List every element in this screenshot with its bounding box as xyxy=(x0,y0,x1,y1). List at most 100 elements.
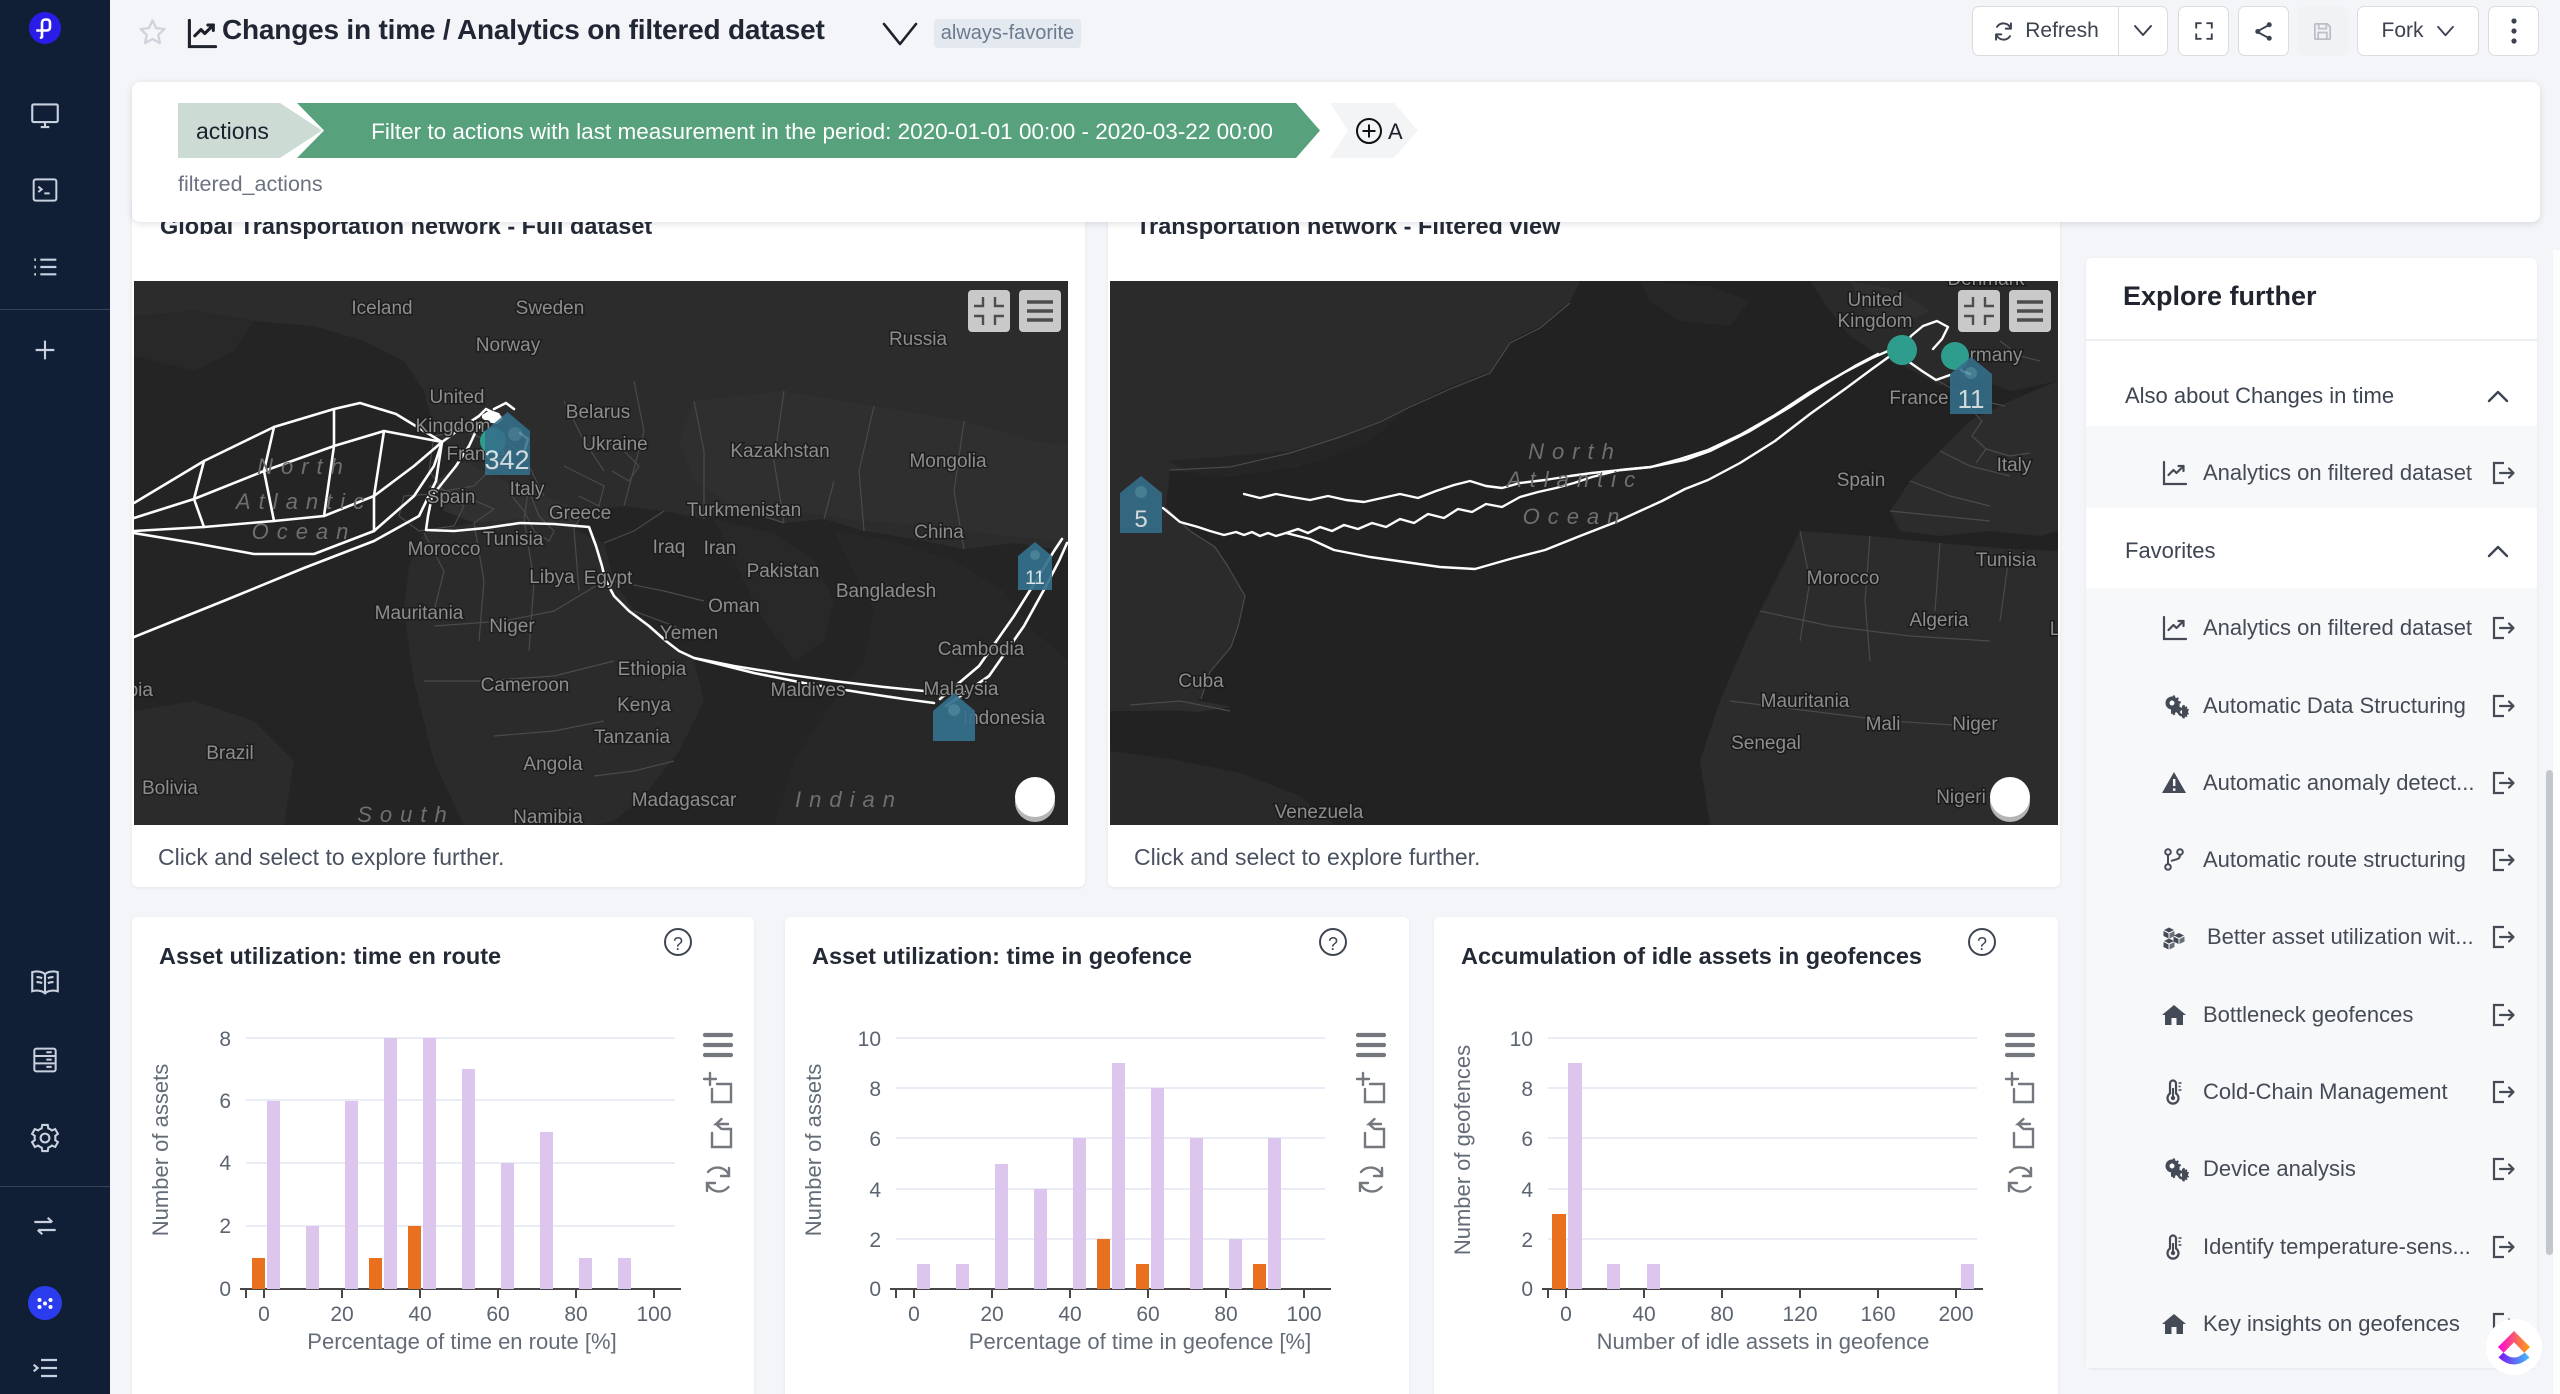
svg-text:8: 8 xyxy=(219,1028,231,1051)
svg-text:Bottleneck geofences: Bottleneck geofences xyxy=(2203,1002,2413,1027)
svg-text:Number of geofences: Number of geofences xyxy=(1450,1045,1475,1255)
svg-text:Niger: Niger xyxy=(489,616,535,637)
svg-text:South: South xyxy=(357,802,455,825)
svg-text:Ukraine: Ukraine xyxy=(582,434,647,455)
svg-text:L: L xyxy=(2050,619,2058,640)
svg-text:0: 0 xyxy=(1521,1278,1533,1301)
svg-text:Turkmenistan: Turkmenistan xyxy=(687,500,801,521)
svg-text:2: 2 xyxy=(1521,1229,1533,1252)
svg-text:80: 80 xyxy=(1710,1303,1733,1326)
svg-text:Cuba: Cuba xyxy=(1178,671,1224,692)
svg-text:Nigeri: Nigeri xyxy=(1936,787,1986,808)
svg-text:Italy: Italy xyxy=(1997,455,2032,476)
svg-text:Venezuela: Venezuela xyxy=(1275,802,1364,823)
svg-text:Kingdom: Kingdom xyxy=(416,416,491,437)
svg-text:Brazil: Brazil xyxy=(206,743,254,764)
svg-text:Iran: Iran xyxy=(704,538,737,559)
svg-text:80: 80 xyxy=(564,1303,587,1326)
svg-text:2: 2 xyxy=(219,1215,231,1238)
svg-text:Mongolia: Mongolia xyxy=(909,451,987,472)
svg-text:Angola: Angola xyxy=(523,754,583,775)
svg-text:11: 11 xyxy=(1958,384,1985,414)
svg-text:Ocean: Ocean xyxy=(1523,504,1628,529)
svg-text:Norway: Norway xyxy=(476,335,541,356)
svg-text:Analytics on filtered dataset: Analytics on filtered dataset xyxy=(2203,460,2472,485)
svg-text:Ethiopia: Ethiopia xyxy=(618,659,687,680)
svg-text:Cold-Chain Management: Cold-Chain Management xyxy=(2203,1079,2448,1104)
svg-text:Bolivia: Bolivia xyxy=(142,778,198,799)
svg-text:Italy: Italy xyxy=(510,479,545,500)
svg-text:Analytics on filtered dataset: Analytics on filtered dataset xyxy=(2203,615,2472,640)
svg-text:20: 20 xyxy=(330,1303,353,1326)
svg-text:Identify temperature-sens...: Identify temperature-sens... xyxy=(2203,1234,2471,1259)
svg-text:nbia: nbia xyxy=(134,680,153,701)
svg-text:60: 60 xyxy=(486,1303,509,1326)
svg-text:filtered_actions: filtered_actions xyxy=(178,172,323,196)
svg-text:8: 8 xyxy=(869,1078,881,1101)
svg-text:Algeria: Algeria xyxy=(1909,610,1969,631)
svg-text:Senegal: Senegal xyxy=(1731,733,1801,754)
svg-text:Mauritania: Mauritania xyxy=(1761,691,1850,712)
svg-text:Automatic route structuring: Automatic route structuring xyxy=(2203,847,2466,872)
svg-text:Mauritania: Mauritania xyxy=(375,603,464,624)
svg-text:Egypt: Egypt xyxy=(584,568,633,589)
svg-text:342: 342 xyxy=(484,445,529,475)
svg-text:Mali: Mali xyxy=(1866,714,1901,735)
svg-text:160: 160 xyxy=(1860,1303,1895,1326)
svg-text:0: 0 xyxy=(908,1303,920,1326)
svg-text:100: 100 xyxy=(636,1303,671,1326)
svg-text:Accumulation of idle assets in: Accumulation of idle assets in geofences xyxy=(1461,943,1922,969)
svg-text:Morocco: Morocco xyxy=(408,539,481,560)
svg-text:Key insights on geofences: Key insights on geofences xyxy=(2203,1311,2460,1336)
svg-text:120: 120 xyxy=(1782,1303,1817,1326)
svg-text:Automatic anomaly detect...: Automatic anomaly detect... xyxy=(2203,770,2474,795)
svg-text:0: 0 xyxy=(869,1278,881,1301)
svg-text:Asset utilization: time in geo: Asset utilization: time in geofence xyxy=(812,943,1192,969)
svg-text:A: A xyxy=(1388,119,1403,144)
svg-text:10: 10 xyxy=(1510,1028,1533,1051)
svg-text:Iraq: Iraq xyxy=(653,537,686,558)
svg-text:Ocean: Ocean xyxy=(252,519,357,544)
svg-text:Cameroon: Cameroon xyxy=(481,675,570,696)
svg-text:Better asset utilization wit..: Better asset utilization wit... xyxy=(2207,924,2474,949)
svg-text:Russia: Russia xyxy=(889,329,948,350)
svg-text:4: 4 xyxy=(219,1152,231,1175)
svg-text:Yemen: Yemen xyxy=(660,623,718,644)
svg-text:Sweden: Sweden xyxy=(516,298,585,319)
svg-text:Atlantic: Atlantic xyxy=(234,489,372,514)
svg-text:Belarus: Belarus xyxy=(566,402,630,423)
svg-text:Number of assets: Number of assets xyxy=(148,1064,173,1236)
svg-text:Niger: Niger xyxy=(1952,714,1998,735)
svg-text:Kazakhstan: Kazakhstan xyxy=(730,441,829,462)
svg-text:Denmark: Denmark xyxy=(1947,281,2025,290)
svg-text:Indonesia: Indonesia xyxy=(963,708,1046,729)
svg-text:40: 40 xyxy=(1058,1303,1081,1326)
svg-text:Pakistan: Pakistan xyxy=(747,561,820,582)
svg-text:Indian: Indian xyxy=(795,787,903,812)
svg-text:0: 0 xyxy=(1560,1303,1572,1326)
svg-text:4: 4 xyxy=(869,1179,881,1202)
svg-text:200: 200 xyxy=(1938,1303,1973,1326)
svg-text:Morocco: Morocco xyxy=(1807,568,1880,589)
svg-text:10: 10 xyxy=(858,1028,881,1051)
svg-text:?: ? xyxy=(1328,934,1338,954)
svg-text:Filter to actions with last me: Filter to actions with last measurement … xyxy=(371,119,1273,144)
svg-text:Madagascar: Madagascar xyxy=(632,790,737,811)
svg-text:United: United xyxy=(430,387,485,408)
svg-text:2: 2 xyxy=(869,1229,881,1252)
svg-text:Oman: Oman xyxy=(708,596,760,617)
svg-text:Malaysia: Malaysia xyxy=(924,679,999,700)
svg-text:Automatic Data Structuring: Automatic Data Structuring xyxy=(2203,693,2466,718)
svg-text:6: 6 xyxy=(1521,1128,1533,1151)
svg-text:Libya: Libya xyxy=(529,567,575,588)
svg-text:Iceland: Iceland xyxy=(351,298,412,319)
svg-text:Namibia: Namibia xyxy=(513,807,583,825)
svg-text:France: France xyxy=(1889,388,1948,409)
svg-text:?: ? xyxy=(1977,934,1987,954)
svg-text:Kingdom: Kingdom xyxy=(1838,311,1913,332)
svg-text:Number of idle assets in geofe: Number of idle assets in geofence xyxy=(1597,1329,1930,1354)
svg-text:20: 20 xyxy=(980,1303,1003,1326)
svg-text:Tanzania: Tanzania xyxy=(594,727,670,748)
svg-text:Atlantic: Atlantic xyxy=(1505,467,1643,492)
svg-text:?: ? xyxy=(673,934,683,954)
